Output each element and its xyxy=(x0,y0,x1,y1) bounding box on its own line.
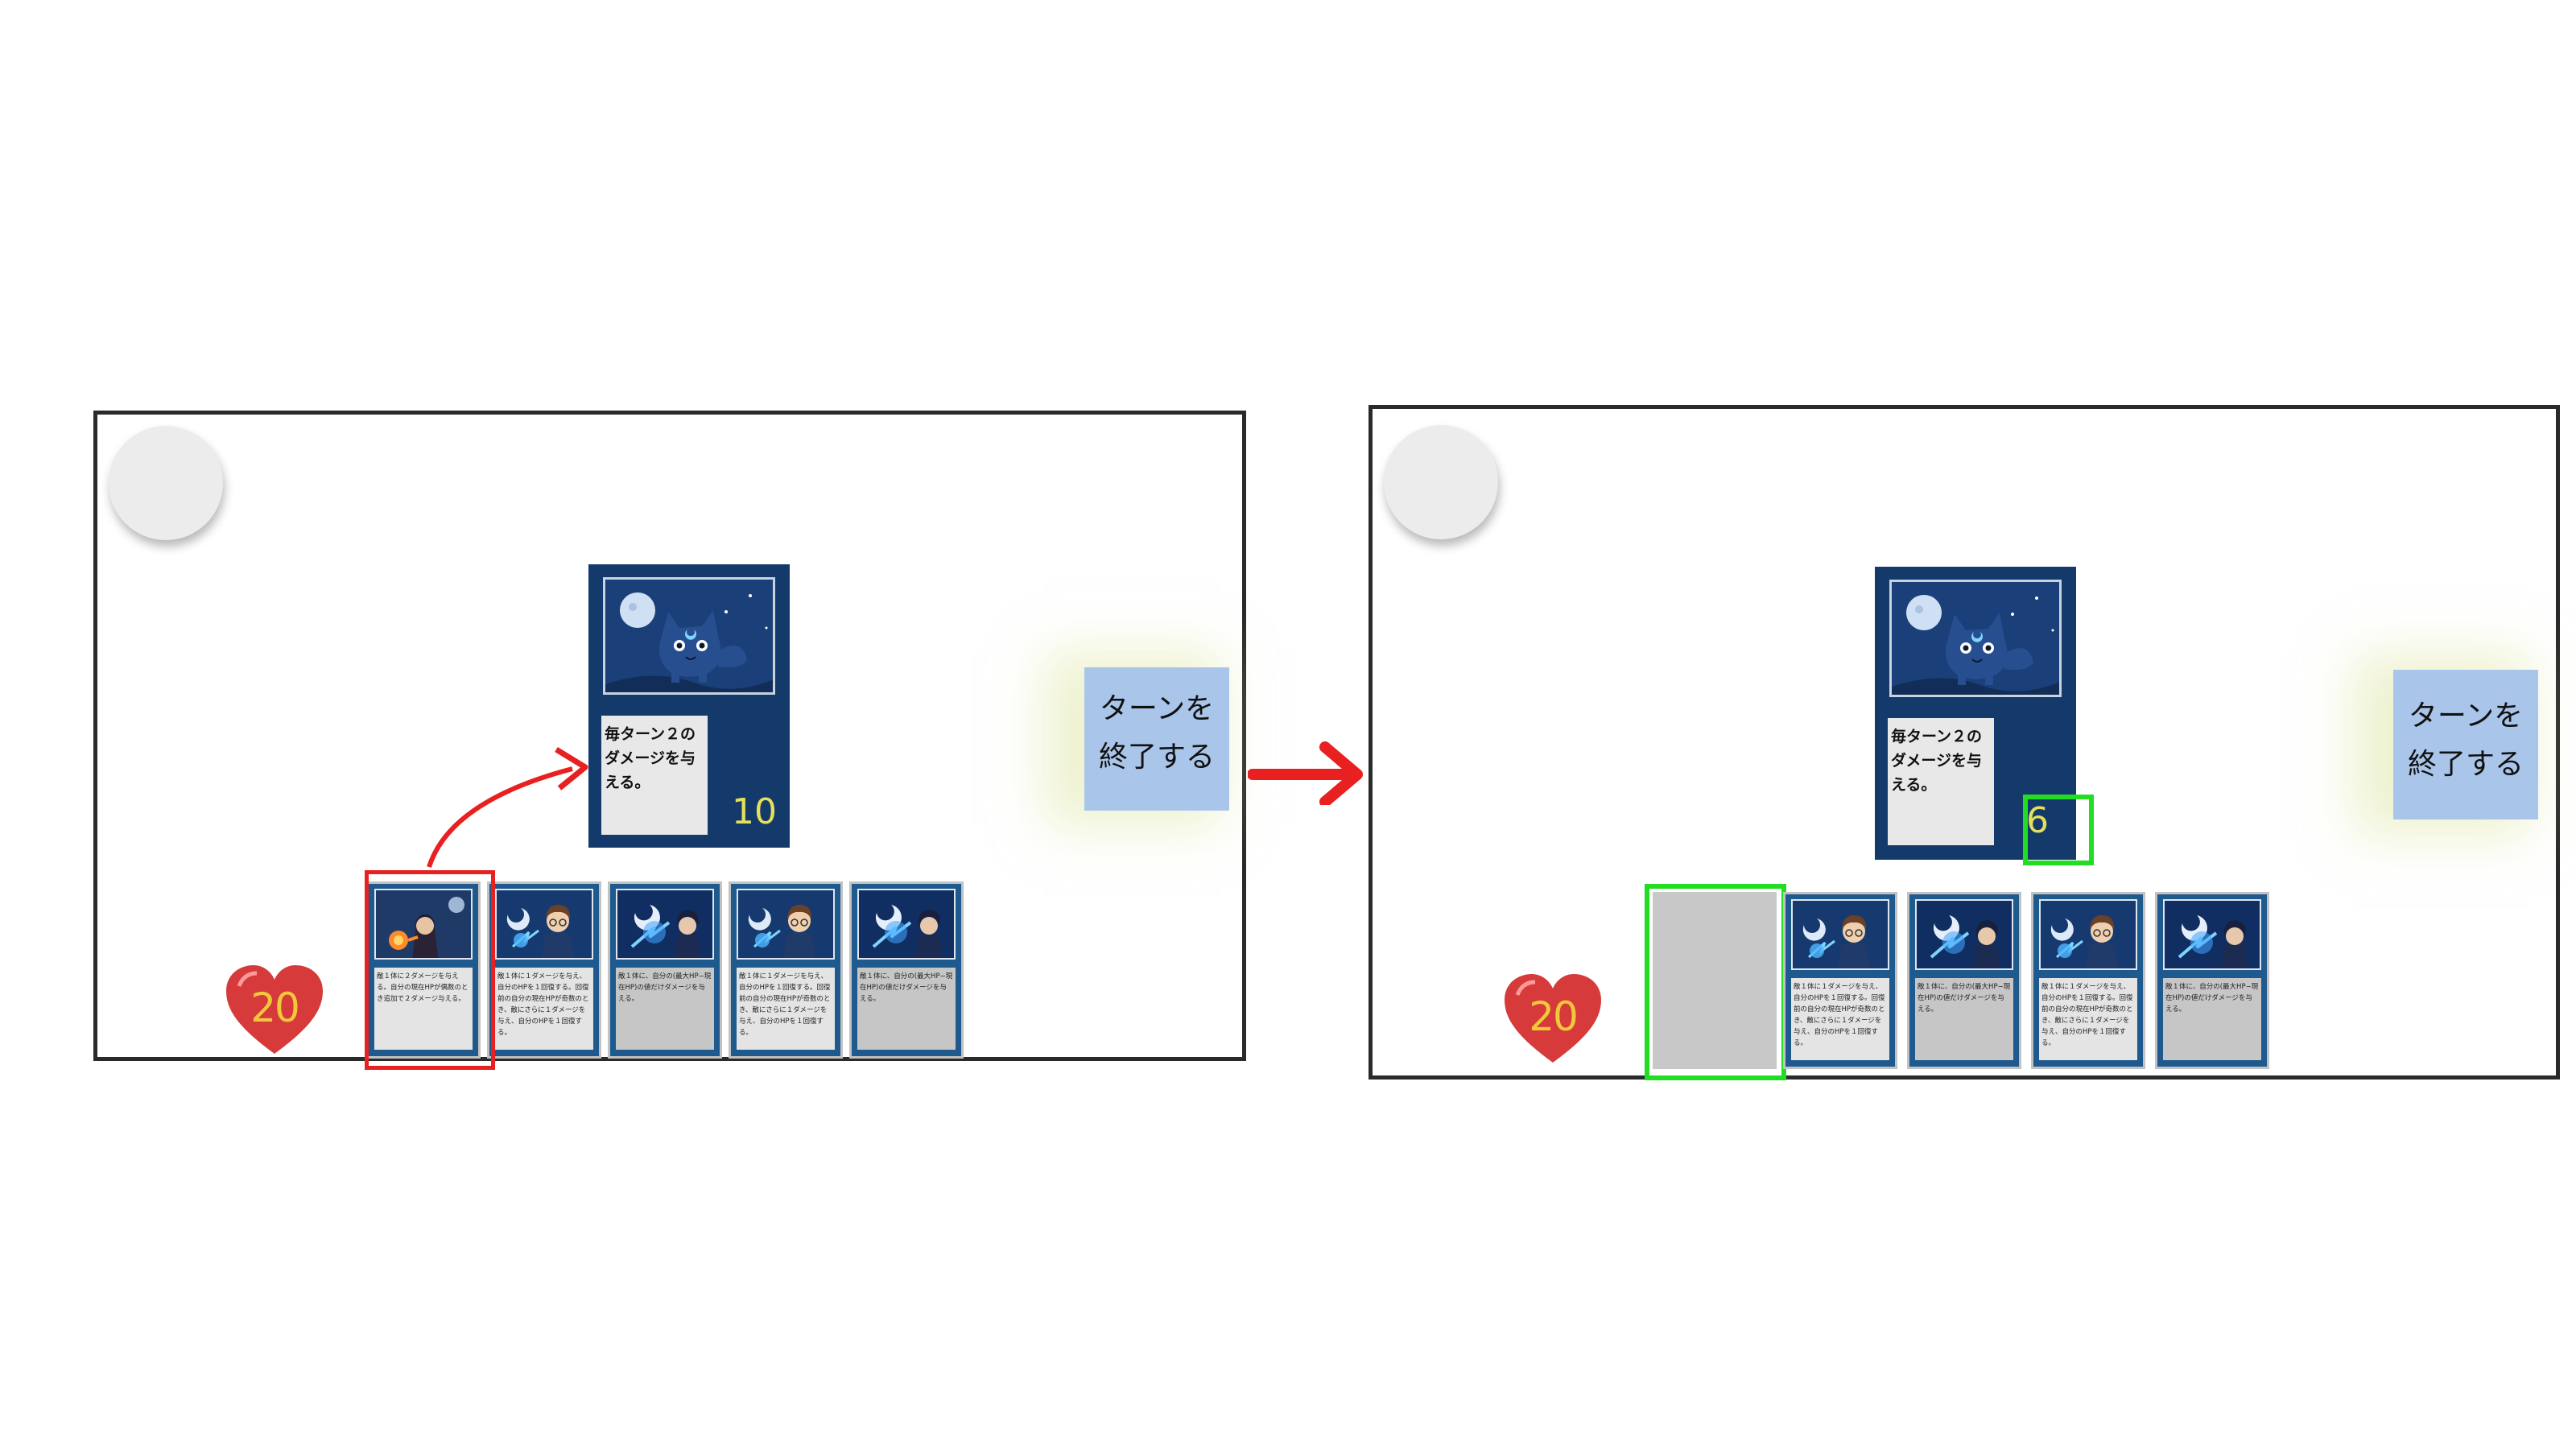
blue-mage-boy-art xyxy=(2039,899,2137,970)
hand-card[interactable]: 敵１体に、自分の(最大HP−現在HP)の値だけダメージを与える。 xyxy=(1907,892,2021,1069)
moon-sorcerer-art xyxy=(2163,899,2261,970)
curved-arrow-icon xyxy=(427,747,588,868)
hand-card-text: 敵１体に１ダメージを与え、自分のHPを１回復する。回復前の自分の現在HPが奇数の… xyxy=(2039,978,2137,1060)
player-hp-heart: 20 xyxy=(1501,972,1604,1066)
enemy-hp-highlight xyxy=(2023,795,2094,865)
hand-card[interactable]: 敵１体に１ダメージを与え、自分のHPを１回復する。回復前の自分の現在HPが奇数の… xyxy=(1783,892,1897,1069)
hand-card[interactable]: 敵１体に１ダメージを与え、自分のHPを１回復する。回復前の自分の現在HPが奇数の… xyxy=(2031,892,2145,1069)
right-arrow-icon xyxy=(1248,741,1363,805)
blue-mage-boy-art xyxy=(1791,899,1889,970)
hand-card-text: 敵１体に、自分の(最大HP−現在HP)の値だけダメージを与える。 xyxy=(2163,978,2261,1060)
player-hp-value: 20 xyxy=(1529,993,1579,1040)
end-turn-button[interactable]: ターンを 終了する xyxy=(2393,670,2538,819)
hand-after: 敵１体に１ダメージを与え、自分のHPを１回復する。回復前の自分の現在HPが奇数の… xyxy=(1783,892,2282,1071)
hand-card-text: 敵１体に１ダメージを与え、自分のHPを１回復する。回復前の自分の現在HPが奇数の… xyxy=(1791,978,1889,1060)
game-board-before: 毎ターン２の ダメージを与 える。 10 ターンを 終了する 20 敵１体に２ダ… xyxy=(93,411,1246,1070)
hand-card[interactable]: 敵１体に、自分の(最大HP−現在HP)の値だけダメージを与える。 xyxy=(2155,892,2269,1069)
hand-card-text: 敵１体に、自分の(最大HP−現在HP)の値だけダメージを与える。 xyxy=(1915,978,2013,1060)
enemy-ability-text: 毎ターン２の ダメージを与 える。 xyxy=(1888,718,1994,845)
moon-sorcerer-art xyxy=(1915,899,2013,970)
enemy-wolf-art xyxy=(1889,580,2062,697)
game-board-after: 毎ターン２の ダメージを与 える。 6 ターンを 終了する 20 敵１体に１ダメ… xyxy=(1368,405,2560,1080)
empty-slot-highlight xyxy=(1645,884,1786,1080)
player-avatar-icon xyxy=(1384,425,1498,539)
